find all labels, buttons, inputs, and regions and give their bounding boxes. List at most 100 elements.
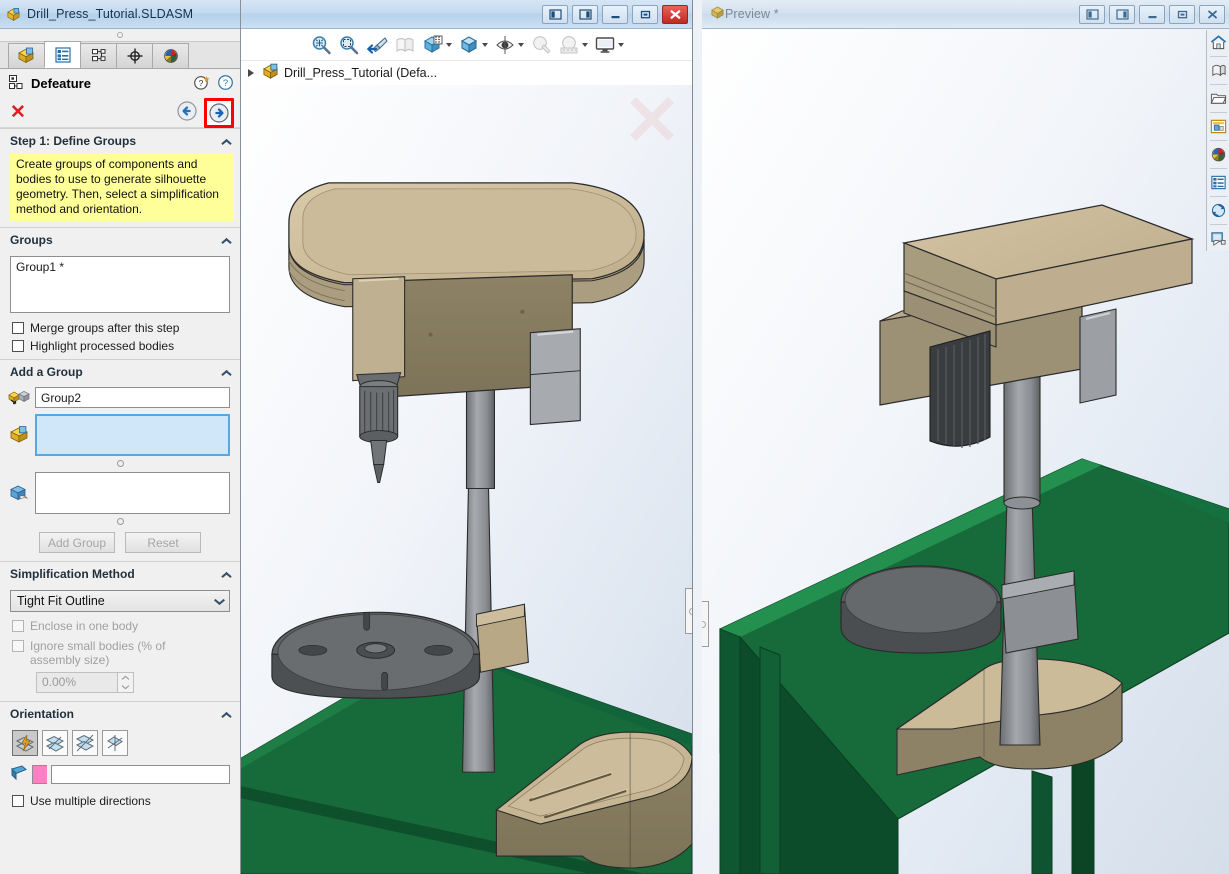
page-title: Defeature	[31, 76, 91, 91]
checkbox-label: Highlight processed bodies	[30, 339, 175, 353]
tab-configuration-manager[interactable]	[80, 43, 117, 68]
groups-listbox[interactable]: Group1 *	[10, 256, 230, 313]
tile-left-button[interactable]	[542, 4, 568, 24]
section-header-groups[interactable]: Groups	[0, 227, 240, 252]
tab-feature-manager[interactable]	[8, 43, 45, 68]
tab-display-manager[interactable]	[152, 43, 189, 68]
chevron-up-icon[interactable]	[221, 369, 232, 376]
add-group-button[interactable]: Add Group	[39, 532, 115, 553]
reset-button[interactable]: Reset	[125, 532, 201, 553]
chevron-up-icon[interactable]	[221, 237, 232, 244]
display-style-icon[interactable]	[456, 34, 490, 56]
custom-properties-icon[interactable]	[1208, 172, 1229, 193]
quantity-stepper[interactable]	[118, 672, 134, 693]
chevron-down-icon[interactable]	[517, 42, 524, 47]
zoom-to-area-icon[interactable]	[336, 34, 362, 56]
chevron-down-icon[interactable]	[445, 42, 452, 47]
apply-scene-icon[interactable]	[556, 34, 590, 56]
chevron-down-icon[interactable]	[214, 598, 225, 605]
hide-show-items-icon[interactable]	[492, 34, 526, 56]
feature-tree-root-row[interactable]: Drill_Press_Tutorial (Defa...	[241, 61, 692, 85]
checkbox-use-multiple-directions[interactable]: Use multiple directions	[0, 789, 240, 810]
cancel-button[interactable]: ✕	[10, 103, 26, 122]
forward-button-highlight	[204, 97, 234, 128]
components-selection-box[interactable]	[35, 414, 230, 456]
rename-group-icon	[8, 389, 30, 407]
section-header-step1[interactable]: Step 1: Define Groups	[0, 128, 240, 153]
forward-arrow-button[interactable]	[207, 100, 231, 125]
tile-right-button[interactable]	[1109, 4, 1135, 24]
stepper-down-icon[interactable]	[118, 683, 133, 693]
checkbox-highlight-bodies[interactable]: Highlight processed bodies	[0, 337, 240, 355]
orientation-auto-icon[interactable]	[12, 730, 38, 756]
tab-property-manager[interactable]	[44, 41, 81, 68]
section-view-icon[interactable]	[392, 34, 418, 56]
restore-button[interactable]	[632, 4, 658, 24]
whats-new-help-icon[interactable]: ?	[193, 74, 210, 94]
checkbox-box-icon	[12, 322, 24, 334]
main-graphics-area[interactable]	[241, 85, 692, 874]
percent-input[interactable]: 0.00%	[36, 672, 118, 693]
previous-view-icon[interactable]	[364, 34, 390, 56]
orientation-button-group	[0, 726, 240, 760]
close-button[interactable]	[662, 4, 688, 24]
preview-graphics-area[interactable]	[702, 29, 1229, 874]
chevron-down-icon[interactable]	[617, 42, 624, 47]
orientation-plane-y-icon[interactable]	[72, 730, 98, 756]
checkbox-enclose-one-body[interactable]: Enclose in one body	[0, 617, 240, 635]
list-item[interactable]: Group1 *	[16, 260, 224, 274]
view-toolbar	[241, 29, 692, 61]
simplified-drill-press-model	[702, 29, 1229, 874]
view-palette-icon[interactable]	[1208, 116, 1229, 137]
main-viewport-splitter-handle[interactable]	[685, 588, 692, 634]
simplification-method-select[interactable]: Tight Fit Outline	[10, 590, 230, 612]
chevron-up-icon[interactable]	[221, 711, 232, 718]
tile-right-button[interactable]	[572, 4, 598, 24]
minimize-button[interactable]	[1139, 4, 1165, 24]
solidworks-resources-icon[interactable]	[1208, 200, 1229, 221]
minimize-button[interactable]	[602, 4, 628, 24]
chevron-down-icon[interactable]	[481, 42, 488, 47]
chevron-down-icon[interactable]	[581, 42, 588, 47]
bodies-selection-box[interactable]	[35, 472, 230, 514]
preview-viewport-splitter-handle[interactable]	[702, 601, 709, 647]
checkbox-merge-groups[interactable]: Merge groups after this step	[0, 319, 240, 337]
restore-button[interactable]	[1169, 4, 1195, 24]
edit-appearance-icon[interactable]	[528, 34, 554, 56]
view-home-icon[interactable]	[1208, 32, 1229, 53]
group-name-input[interactable]	[35, 387, 230, 408]
section-header-simplification-method[interactable]: Simplification Method	[0, 561, 240, 586]
section-header-add-a-group[interactable]: Add a Group	[0, 359, 240, 384]
bodies-box-resize-handle[interactable]	[0, 517, 240, 527]
section-header-orientation[interactable]: Orientation	[0, 701, 240, 726]
help-icon[interactable]: ?	[217, 74, 234, 94]
design-library-icon[interactable]	[1208, 228, 1229, 249]
checkbox-ignore-small-bodies[interactable]: Ignore small bodies (% of assembly size)	[0, 635, 240, 669]
file-explorer-icon[interactable]	[1208, 88, 1229, 109]
panel-resize-grip[interactable]	[0, 29, 240, 42]
close-button[interactable]	[1199, 4, 1225, 24]
checkbox-box-icon	[12, 640, 24, 652]
orientation-plane-z-icon[interactable]	[102, 730, 128, 756]
direction-input[interactable]	[51, 765, 230, 784]
appearances-scenes-icon[interactable]	[1208, 60, 1229, 81]
zoom-to-fit-icon[interactable]	[308, 34, 334, 56]
section-title-step1: Step 1: Define Groups	[10, 134, 137, 148]
components-box-resize-handle[interactable]	[0, 459, 240, 469]
tile-left-button[interactable]	[1079, 4, 1105, 24]
grip-dot-icon	[688, 607, 692, 615]
chevron-right-icon[interactable]	[248, 69, 254, 77]
stepper-up-icon[interactable]	[118, 673, 133, 683]
view-orientation-icon[interactable]	[420, 34, 454, 56]
chevron-up-icon[interactable]	[221, 571, 232, 578]
display-manager-icon[interactable]	[1208, 144, 1229, 165]
chevron-up-icon[interactable]	[221, 138, 232, 145]
step1-tip-text: Create groups of components and bodies t…	[10, 153, 234, 221]
property-manager-body: Step 1: Define Groups Create groups of c…	[0, 128, 240, 874]
toolbar-divider	[1209, 196, 1227, 197]
preview-title: Preview *	[725, 7, 779, 21]
back-arrow-button[interactable]	[176, 100, 198, 125]
tab-dimxpert-manager[interactable]	[116, 43, 153, 68]
view-settings-icon[interactable]	[592, 34, 626, 56]
orientation-plane-x-icon[interactable]	[42, 730, 68, 756]
